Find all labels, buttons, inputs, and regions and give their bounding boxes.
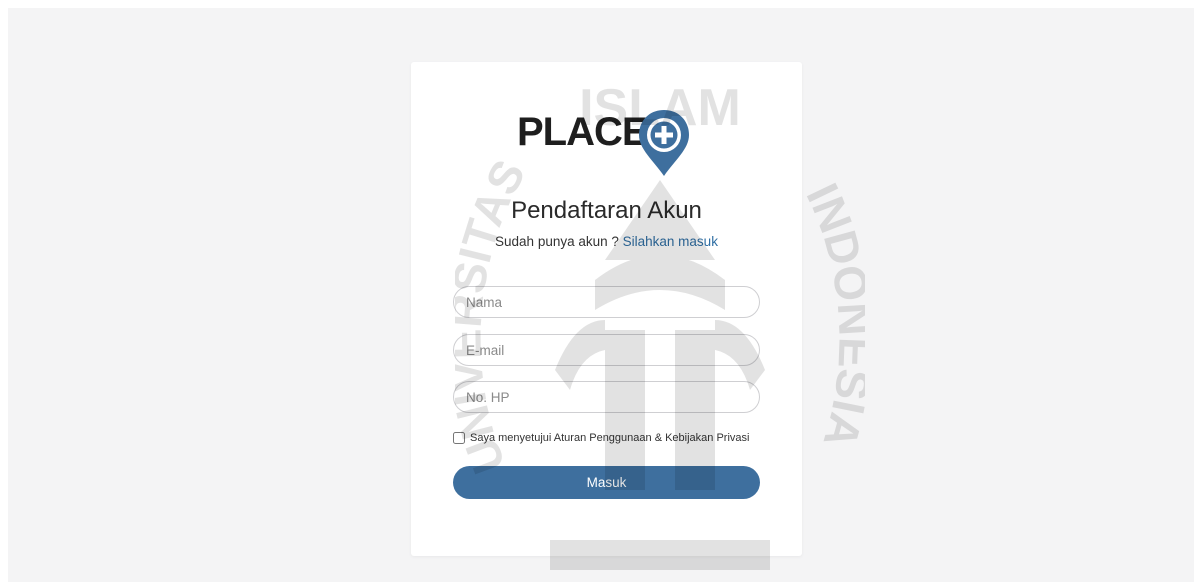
email-input[interactable] [453,334,760,366]
terms-agreement[interactable]: Saya menyetujui Aturan Penggunaan & Kebi… [453,430,749,446]
login-prompt: Sudah punya akun ? Silahkan masuk [411,235,802,249]
terms-label: Saya menyetujui Aturan Penggunaan & Kebi… [470,432,750,444]
place-logo: PLACE [517,108,697,178]
page-title: Pendaftaran Akun [511,197,702,224]
login-prompt-text: Sudah punya akun ? [495,234,623,249]
terms-checkbox[interactable] [453,432,465,444]
phone-input[interactable] [453,381,760,413]
login-link[interactable]: Silahkan masuk [623,234,718,249]
name-input[interactable] [453,286,760,318]
logo-text: PLACE [517,110,649,154]
registration-card: PLACE Pendaftaran Akun Sudah punya akun … [411,62,802,556]
plus-pin-icon [639,110,689,176]
submit-button[interactable]: Masuk [453,466,760,499]
